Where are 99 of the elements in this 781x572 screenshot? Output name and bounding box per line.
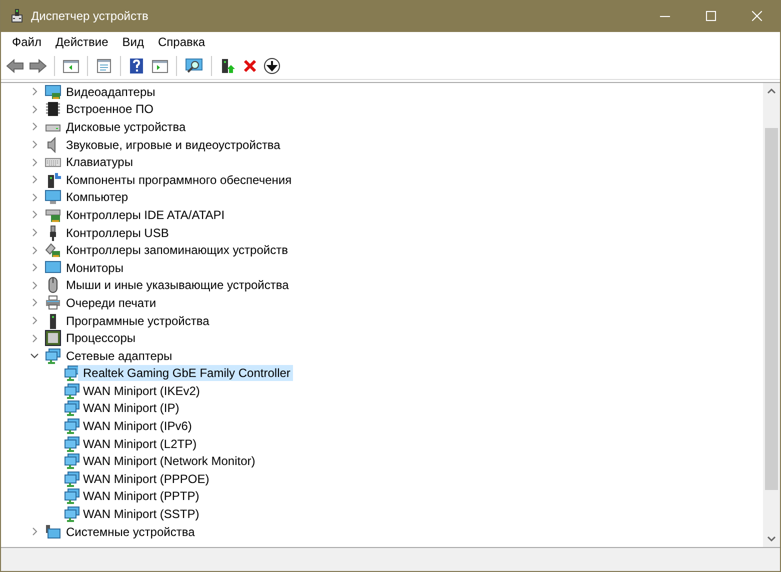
expand-chevron-icon[interactable] <box>30 192 39 202</box>
category-label: Клавиатуры <box>66 155 133 170</box>
network-adapter-icon <box>64 382 80 399</box>
down-arrow-circle-icon <box>263 56 281 74</box>
panel-icon <box>151 58 169 74</box>
tree-item[interactable]: Видеоадаптеры <box>1 83 763 101</box>
ide-icon <box>45 206 61 223</box>
expand-chevron-icon[interactable] <box>30 122 39 132</box>
chip-icon <box>45 101 61 118</box>
collapse-chevron-icon[interactable] <box>30 351 39 360</box>
tree-item[interactable]: Контроллеры USB <box>1 224 763 242</box>
network-adapter-icon <box>64 400 80 416</box>
help-icon <box>128 58 146 74</box>
tree-item[interactable]: Компьютер <box>1 188 763 206</box>
network-adapter-icon <box>64 418 80 434</box>
network-adapter-icon <box>64 506 80 522</box>
expand-chevron-icon[interactable] <box>30 87 39 96</box>
menu-item[interactable]: Файл <box>5 32 49 52</box>
category-label: Встроенное ПО <box>66 102 154 116</box>
category-label: Звуковые, игровые и видеоустройства <box>66 138 280 152</box>
category-label: Видеоадаптеры <box>66 84 156 99</box>
monitor-icon <box>45 260 61 276</box>
tree-item[interactable]: Дисковые устройства <box>1 118 763 136</box>
device-item[interactable]: WAN Miniport (IP) <box>78 400 182 416</box>
expand-chevron-icon[interactable] <box>30 175 39 184</box>
network-icon <box>45 348 61 364</box>
back-arrow-icon <box>6 58 24 74</box>
network-adapter-icon <box>64 470 80 487</box>
device-item[interactable]: WAN Miniport (IPv6) <box>78 418 195 434</box>
panel-icon <box>62 58 80 74</box>
expand-chevron-icon[interactable] <box>30 140 39 150</box>
tree-item[interactable]: Мониторы <box>1 258 763 277</box>
device-item[interactable]: WAN Miniport (PPPOE) <box>78 470 212 487</box>
tree-item[interactable]: Системные устройства <box>1 522 763 540</box>
forward-arrow-icon <box>29 58 47 74</box>
category-label: Сетевые адаптеры <box>66 348 172 363</box>
vertical-scrollbar[interactable] <box>763 83 780 547</box>
device-item[interactable]: WAN Miniport (Network Monitor) <box>78 453 258 470</box>
category-label: Очереди печати <box>66 296 156 310</box>
device-item[interactable]: WAN Miniport (PPTP) <box>78 488 202 504</box>
expand-chevron-icon[interactable] <box>30 210 39 220</box>
network-adapter-icon <box>64 436 80 452</box>
tree-item[interactable]: Компоненты программного обеспечения <box>1 170 763 189</box>
expand-chevron-icon[interactable] <box>30 158 39 167</box>
category-label: Компоненты программного обеспечения <box>66 172 292 187</box>
menu-item[interactable]: Справка <box>151 32 212 52</box>
computer-icon <box>45 189 61 206</box>
device-manager-icon <box>9 8 25 24</box>
device-up-arrow-icon <box>219 58 237 74</box>
category-label: Дисковые устройства <box>66 120 186 134</box>
tree-item[interactable]: Клавиатуры <box>1 153 763 171</box>
system-icon <box>45 524 61 540</box>
component-icon <box>45 172 61 188</box>
cross-icon <box>242 58 258 74</box>
category-label: Системные устройства <box>66 524 195 539</box>
tree-item[interactable]: Контроллеры запоминающих устройств <box>1 241 763 259</box>
tree-item[interactable]: Мыши и иные указывающие устройства <box>1 276 763 294</box>
expand-chevron-icon[interactable] <box>30 316 39 326</box>
properties-icon <box>95 58 113 74</box>
category-label: Процессоры <box>66 331 136 346</box>
tree-item[interactable]: Процессоры <box>1 329 763 347</box>
expand-chevron-icon[interactable] <box>30 298 39 308</box>
device-item[interactable]: WAN Miniport (L2TP) <box>78 436 200 452</box>
maximize-icon <box>706 11 716 21</box>
tree-item[interactable]: Очереди печати <box>1 294 763 312</box>
scrollbar-thumb[interactable] <box>765 128 778 490</box>
device-item[interactable]: WAN Miniport (IKEv2) <box>78 382 203 399</box>
category-label: Программные устройства <box>66 314 210 328</box>
expand-chevron-icon[interactable] <box>30 246 39 255</box>
printer-icon <box>45 294 61 311</box>
close-icon <box>752 11 762 21</box>
tree-item[interactable]: Звуковые, игровые и видеоустройства <box>1 136 763 154</box>
category-label: Мониторы <box>66 260 124 275</box>
tree-item[interactable]: Сетевые адаптеры <box>1 346 763 364</box>
window-title: Диспетчер устройств <box>31 9 150 23</box>
category-label: Мыши и иные указывающие устройства <box>66 278 289 292</box>
device-item[interactable]: WAN Miniport (SSTP) <box>78 506 202 522</box>
category-label: Контроллеры IDE ATA/ATAPI <box>66 208 225 222</box>
expand-chevron-icon[interactable] <box>30 104 39 114</box>
tree-item[interactable]: Программные устройства <box>1 312 763 330</box>
network-adapter-icon <box>64 488 80 504</box>
category-label: Контроллеры запоминающих устройств <box>66 243 288 258</box>
expand-chevron-icon[interactable] <box>30 334 39 343</box>
expand-chevron-icon[interactable] <box>30 280 39 290</box>
expand-chevron-icon[interactable] <box>30 263 39 272</box>
category-label: Контроллеры USB <box>66 226 169 240</box>
storage-icon <box>45 242 61 258</box>
display-icon <box>45 84 61 100</box>
device-item[interactable]: Realtek Gaming GbE Family Controller <box>78 365 294 382</box>
menu-item[interactable]: Вид <box>115 32 151 52</box>
category-label: Компьютер <box>66 190 128 204</box>
tree-item[interactable]: Встроенное ПО <box>1 100 763 118</box>
monitor-magnifier-icon <box>184 58 204 74</box>
cpu-icon <box>45 330 61 346</box>
expand-chevron-icon[interactable] <box>30 527 39 536</box>
menu-item[interactable]: Действие <box>48 32 116 52</box>
network-adapter-icon <box>64 453 80 470</box>
expand-chevron-icon[interactable] <box>30 228 39 238</box>
tree-item[interactable]: Контроллеры IDE ATA/ATAPI <box>1 206 763 224</box>
